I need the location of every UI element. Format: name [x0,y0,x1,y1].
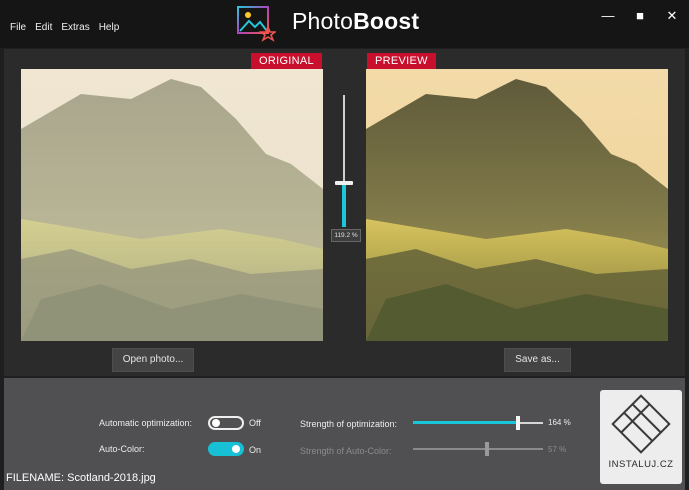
close-icon[interactable]: ✕ [665,8,679,24]
auto-color-state: On [249,445,262,455]
slider-track [413,448,543,450]
auto-optimization-label: Automatic optimization: [99,418,193,428]
menu-help[interactable]: Help [99,22,120,33]
toggle-knob [212,419,220,427]
watermark-logo-icon [611,394,671,454]
original-label: ORIGINAL [251,53,322,70]
preview-image [366,69,668,341]
window-controls: — ■ ✕ [601,8,679,24]
open-photo-button[interactable]: Open photo... [112,348,194,372]
slider-fill [413,421,518,424]
preview-label: PREVIEW [367,53,436,70]
strength-auto-color-slider[interactable] [413,442,543,456]
app-title: PhotoBoost [292,8,420,34]
watermark-text: INSTALUJ.CZ [608,459,674,470]
auto-color-label: Auto-Color: [99,444,145,454]
strength-optimization-label: Strength of optimization: [300,419,398,429]
menu-extras[interactable]: Extras [61,22,89,33]
strength-optimization-value: 164 % [548,418,571,427]
zoom-slider-fill [342,183,346,227]
auto-optimization-state: Off [249,418,261,428]
zoom-slider[interactable] [335,95,353,227]
slider-thumb[interactable] [485,442,489,456]
menu-bar: File Edit Extras Help [10,22,119,33]
slider-thumb[interactable] [516,416,520,430]
auto-optimization-toggle[interactable] [208,416,244,430]
strength-optimization-slider[interactable] [413,416,543,430]
menu-edit[interactable]: Edit [35,22,52,33]
title-bar: File Edit Extras Help PhotoBoost — ■ ✕ [0,0,689,48]
zoom-value: 119.2 % [331,229,361,242]
minimize-icon[interactable]: — [601,8,615,24]
menu-file[interactable]: File [10,22,26,33]
original-image [21,69,323,341]
save-as-button[interactable]: Save as... [504,348,571,372]
watermark: INSTALUJ.CZ [600,390,682,484]
zoom-slider-thumb[interactable] [335,181,353,185]
app-logo-icon [236,5,278,43]
auto-color-toggle[interactable] [208,442,244,456]
strength-auto-color-value: 57 % [548,445,567,454]
strength-auto-color-label: Strength of Auto-Color: [300,446,392,456]
toggle-knob [232,445,240,453]
filename-label: FILENAME: Scotland-2018.jpg [6,472,156,484]
maximize-icon[interactable]: ■ [633,8,647,24]
